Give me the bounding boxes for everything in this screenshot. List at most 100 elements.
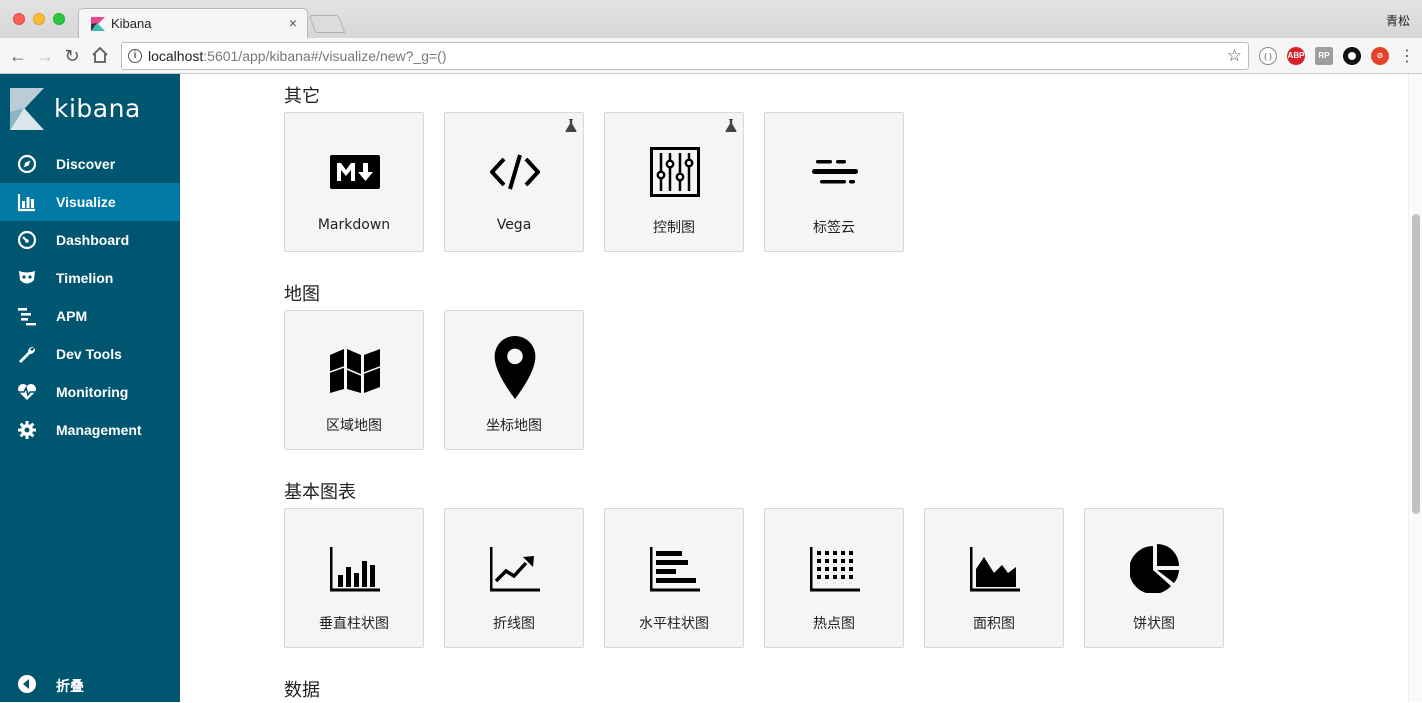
beta-flask-icon (565, 119, 577, 132)
sidebar-item-label: Timelion (56, 270, 114, 286)
timelion-mask-icon (19, 271, 35, 284)
vis-card-label: 区域地图 (326, 418, 382, 434)
vis-card-label: 坐标地图 (486, 418, 542, 434)
vis-card-label: Markdown (317, 217, 391, 233)
page-scrollbar[interactable] (1408, 74, 1422, 702)
visualize-type-picker: 其它 Markdown Vega 控制图 标签云 地图 区域地图 坐标地图 基本… (180, 74, 1408, 702)
sidebar-item-label: Discover (56, 156, 116, 172)
url-host: localhost (148, 48, 204, 64)
sidebar-item-label: Monitoring (56, 384, 129, 400)
sidebar-item-apm[interactable]: APM (0, 297, 180, 335)
browser-toolbar: ← → ↻ i localhost:5601/app/kibana#/visua… (0, 38, 1422, 74)
line-chart-icon (490, 547, 540, 592)
map-pin-icon (494, 335, 536, 399)
address-bar[interactable]: i localhost:5601/app/kibana#/visualize/n… (121, 42, 1249, 70)
vis-card-tag-cloud[interactable]: 标签云 (764, 112, 904, 252)
sidebar-item-label: Visualize (56, 194, 116, 210)
info-icon[interactable]: i (128, 49, 142, 63)
collapse-arrow-icon (18, 675, 36, 693)
vis-card-label: 垂直柱状图 (319, 616, 389, 632)
vertical-bar-icon (330, 547, 380, 592)
vis-card-markdown[interactable]: Markdown (284, 112, 424, 252)
sidebar-item-discover[interactable]: Discover (0, 145, 180, 183)
browser-menu-icon[interactable]: ⋮ (1399, 46, 1415, 66)
sidebar-item-dashboard[interactable]: Dashboard (0, 221, 180, 259)
kibana-sidebar: kibana Discover Visualize Dashboard Time… (0, 74, 180, 702)
kibana-logo-text[interactable]: kibana (54, 94, 141, 123)
sidebar-item-visualize[interactable]: Visualize (0, 183, 180, 221)
sidebar-item-timelion[interactable]: Timelion (0, 259, 180, 297)
horizontal-bar-icon (650, 547, 700, 592)
new-tab-button[interactable] (308, 15, 346, 33)
code-icon (490, 154, 540, 190)
sidebar-item-monitoring[interactable]: Monitoring (0, 373, 180, 411)
forward-arrow-icon[interactable]: → (35, 46, 55, 66)
browser-titlebar: Kibana × 青松 (0, 0, 1422, 38)
url-path: :5601/app/kibana#/visualize/new?_g=() (203, 48, 447, 64)
vis-card-label: Vega (496, 217, 532, 233)
back-arrow-icon[interactable]: ← (8, 46, 28, 66)
tab-close-icon[interactable]: × (289, 15, 297, 31)
section-title-basic-charts: 基本图表 (284, 482, 356, 503)
compass-icon (17, 154, 37, 174)
area-chart-icon (970, 547, 1020, 592)
beta-flask-icon (725, 119, 737, 132)
home-icon[interactable] (90, 46, 110, 66)
vis-card-coordinate-map[interactable]: 坐标地图 (444, 310, 584, 450)
vis-card-controls[interactable]: 控制图 (604, 112, 744, 252)
section-title-data: 数据 (284, 680, 320, 701)
vis-card-horizontal-bar[interactable]: 水平柱状图 (604, 508, 744, 648)
kibana-logo-icon[interactable] (10, 88, 44, 130)
section-title-other: 其它 (284, 86, 320, 107)
sidebar-collapse-button[interactable]: 折叠 (0, 665, 180, 703)
extension-rp-icon[interactable]: RP (1315, 47, 1333, 65)
window-maximize-button[interactable] (53, 13, 65, 25)
extension-circle-icon[interactable]: ( ) (1259, 47, 1277, 65)
collapse-label: 折叠 (56, 678, 84, 694)
apm-lines-icon (18, 308, 36, 326)
vis-card-heatmap[interactable]: 热点图 (764, 508, 904, 648)
pie-chart-icon (1130, 544, 1179, 593)
window-close-button[interactable] (13, 13, 25, 25)
reload-icon[interactable]: ↻ (62, 46, 82, 66)
profile-name[interactable]: 青松 (1386, 12, 1410, 29)
bookmark-star-icon[interactable]: ☆ (1227, 46, 1242, 66)
url-text[interactable]: localhost:5601/app/kibana#/visualize/new… (148, 48, 447, 64)
dashboard-gauge-icon (17, 230, 37, 250)
region-map-icon (330, 349, 380, 393)
gear-icon (18, 421, 36, 439)
sidebar-item-label: Dashboard (56, 232, 130, 248)
vis-card-label: 标签云 (813, 220, 855, 236)
sidebar-item-management[interactable]: Management (0, 411, 180, 449)
extension-ring-icon[interactable] (1343, 47, 1361, 65)
sidebar-item-dev-tools[interactable]: Dev Tools (0, 335, 180, 373)
heartbeat-icon (18, 384, 36, 400)
section-title-maps: 地图 (284, 284, 320, 305)
vis-card-label: 折线图 (493, 616, 535, 632)
vis-card-label: 饼状图 (1133, 616, 1175, 632)
sidebar-item-label: Dev Tools (56, 346, 122, 362)
controls-sliders-icon (650, 147, 700, 197)
vis-card-vertical-bar[interactable]: 垂直柱状图 (284, 508, 424, 648)
heatmap-icon (810, 547, 860, 592)
adblock-plus-icon[interactable]: ABP (1287, 47, 1305, 65)
window-minimize-button[interactable] (33, 13, 45, 25)
scrollbar-thumb[interactable] (1412, 214, 1420, 514)
extension-red-icon[interactable]: ⊘ (1371, 47, 1389, 65)
vis-card-region-map[interactable]: 区域地图 (284, 310, 424, 450)
vis-card-label: 面积图 (973, 616, 1015, 632)
vis-card-label: 控制图 (653, 220, 695, 236)
vis-card-vega[interactable]: Vega (444, 112, 584, 252)
vis-card-line-chart[interactable]: 折线图 (444, 508, 584, 648)
sidebar-item-label: APM (56, 308, 88, 324)
browser-tab-kibana[interactable]: Kibana × (78, 8, 308, 38)
wrench-icon (19, 346, 36, 363)
sidebar-item-label: Management (56, 422, 142, 438)
vis-card-label: 水平柱状图 (639, 616, 709, 632)
tab-title: Kibana (111, 16, 152, 31)
vis-card-label: 热点图 (813, 616, 855, 632)
kibana-favicon-icon (91, 17, 105, 31)
vis-card-area-chart[interactable]: 面积图 (924, 508, 1064, 648)
vis-card-pie-chart[interactable]: 饼状图 (1084, 508, 1224, 648)
markdown-icon (330, 155, 380, 189)
